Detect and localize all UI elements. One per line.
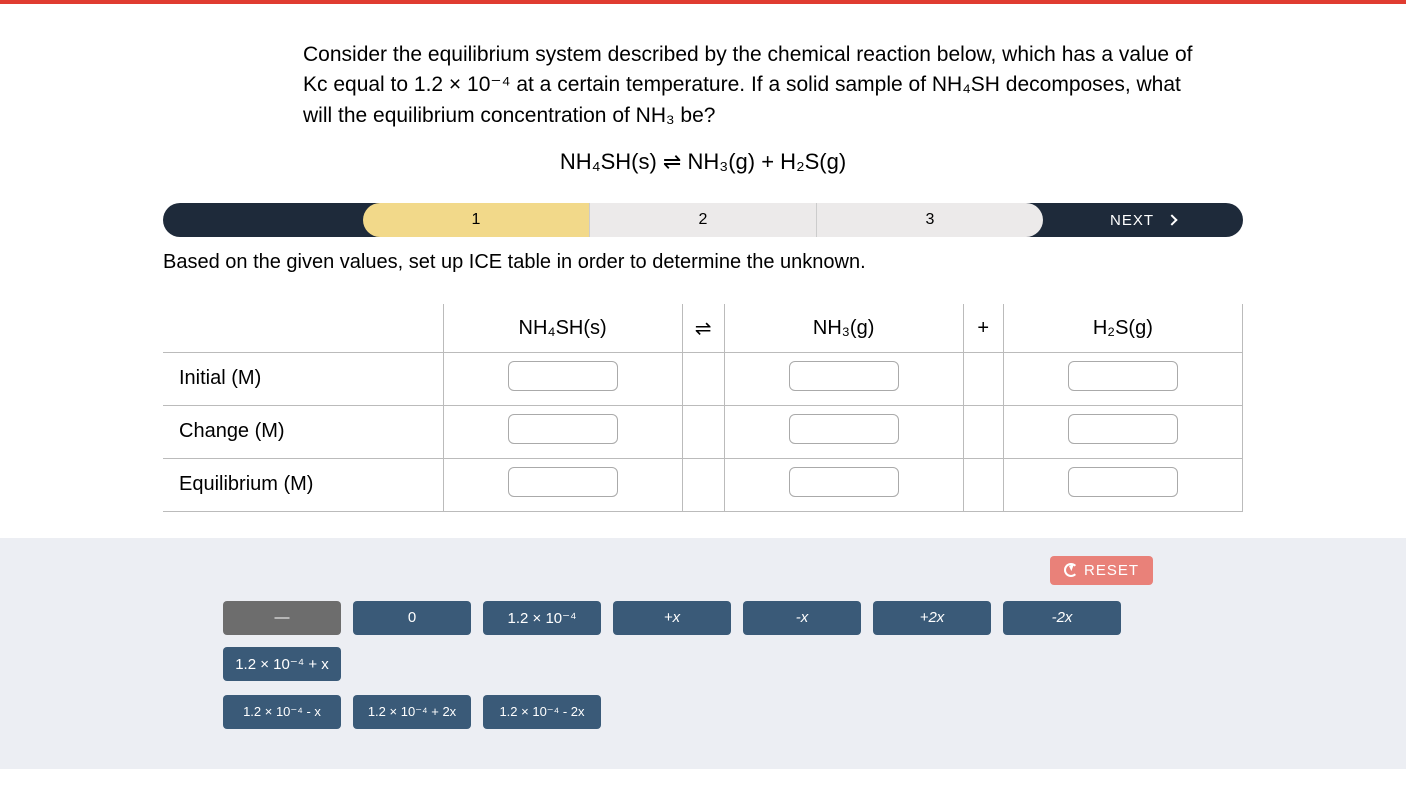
step-1[interactable]: 1 — [363, 203, 590, 237]
col-op-plus: + — [963, 304, 1003, 352]
undo-icon — [1064, 563, 1078, 577]
col-header-nh4sh: NH₄SH(s) — [443, 304, 682, 352]
tile-kc[interactable]: 1.2 × 10⁻⁴ — [483, 601, 601, 635]
equilibrium-arrow-icon: ⇌ — [663, 149, 681, 174]
reset-button[interactable]: RESET — [1050, 556, 1153, 585]
tile-row-1: — 0 1.2 × 10⁻⁴ +x -x +2x -2x 1.2 × 10⁻⁴ … — [163, 601, 1243, 681]
answer-bank: RESET — 0 1.2 × 10⁻⁴ +x -x +2x -2x 1.2 ×… — [0, 538, 1406, 769]
col-header-nh3: NH₃(g) — [724, 304, 963, 352]
tile-kc-plus-2x[interactable]: 1.2 × 10⁻⁴ + 2x — [353, 695, 471, 729]
equation-lhs: NH₄SH(s) — [560, 149, 657, 174]
blank-header — [163, 304, 443, 352]
row-initial-label: Initial (M) — [163, 352, 443, 405]
tile-kc-plus-x[interactable]: 1.2 × 10⁻⁴ + x — [223, 647, 341, 681]
tile-plus-2x[interactable]: +2x — [873, 601, 991, 635]
tile-kc-minus-x[interactable]: 1.2 × 10⁻⁴ - x — [223, 695, 341, 729]
slot-eq-nh4sh[interactable] — [508, 467, 618, 497]
problem-prompt: Consider the equilibrium system describe… — [213, 40, 1193, 131]
slot-initial-nh4sh[interactable] — [508, 361, 618, 391]
slot-change-h2s[interactable] — [1068, 414, 1178, 444]
col-op-eq: ⇌ — [682, 304, 724, 352]
next-label: NEXT — [1110, 212, 1154, 229]
step-2[interactable]: 2 — [590, 203, 817, 237]
slot-eq-nh3[interactable] — [789, 467, 899, 497]
next-button[interactable]: NEXT — [1043, 212, 1243, 229]
chemical-equation: NH₄SH(s) ⇌ NH₃(g) + H₂S(g) — [163, 149, 1243, 175]
tile-plus-x[interactable]: +x — [613, 601, 731, 635]
ice-table: NH₄SH(s) ⇌ NH₃(g) + H₂S(g) Initial (M) C… — [163, 304, 1243, 512]
tile-dash[interactable]: — — [223, 601, 341, 635]
step-instruction: Based on the given values, set up ICE ta… — [163, 251, 1243, 274]
chevron-right-icon — [1166, 215, 1177, 226]
row-change-label: Change (M) — [163, 405, 443, 458]
reset-label: RESET — [1084, 562, 1139, 579]
tile-kc-minus-2x[interactable]: 1.2 × 10⁻⁴ - 2x — [483, 695, 601, 729]
slot-change-nh4sh[interactable] — [508, 414, 618, 444]
step-3[interactable]: 3 — [817, 203, 1043, 237]
col-header-h2s: H₂S(g) — [1003, 304, 1242, 352]
tile-zero[interactable]: 0 — [353, 601, 471, 635]
slot-initial-h2s[interactable] — [1068, 361, 1178, 391]
slot-change-nh3[interactable] — [789, 414, 899, 444]
step-progress-bar: 1 2 3 NEXT — [163, 203, 1243, 237]
row-equilibrium-label: Equilibrium (M) — [163, 458, 443, 511]
tile-minus-2x[interactable]: -2x — [1003, 601, 1121, 635]
slot-initial-nh3[interactable] — [789, 361, 899, 391]
tile-row-2: 1.2 × 10⁻⁴ - x 1.2 × 10⁻⁴ + 2x 1.2 × 10⁻… — [163, 695, 1243, 729]
equation-rhs: NH₃(g) + H₂S(g) — [687, 149, 846, 174]
tile-minus-x[interactable]: -x — [743, 601, 861, 635]
slot-eq-h2s[interactable] — [1068, 467, 1178, 497]
